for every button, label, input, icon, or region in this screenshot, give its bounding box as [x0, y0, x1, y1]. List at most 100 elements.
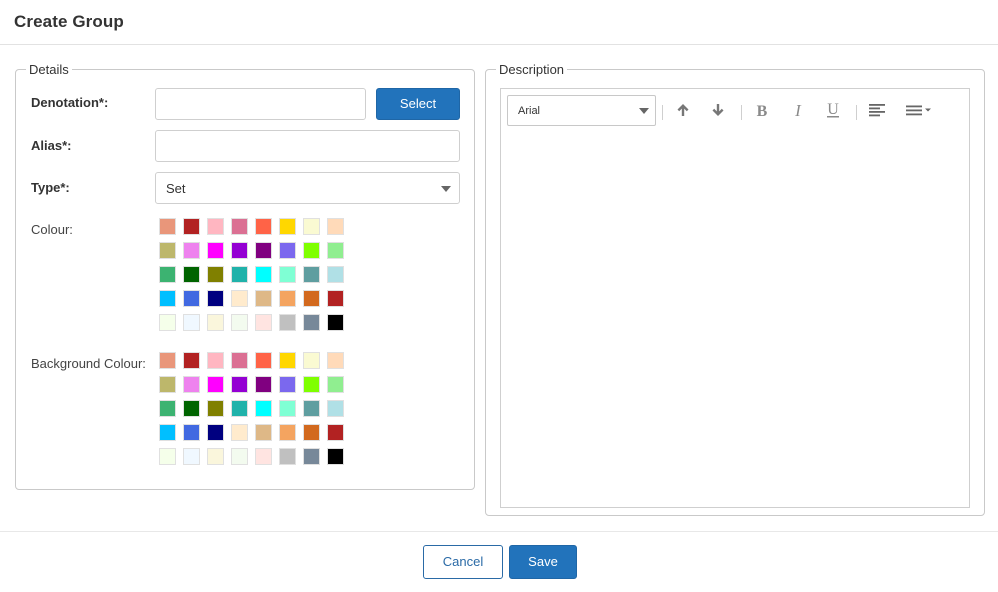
- rich-text-editor[interactable]: Arial B I U: [500, 88, 970, 508]
- colour-swatch[interactable]: [279, 314, 296, 331]
- colour-swatch[interactable]: [327, 242, 344, 259]
- colour-swatch[interactable]: [279, 290, 296, 307]
- colour-swatch[interactable]: [159, 242, 176, 259]
- background-colour-swatch[interactable]: [279, 376, 296, 393]
- background-colour-swatch[interactable]: [159, 352, 176, 369]
- colour-swatch[interactable]: [183, 242, 200, 259]
- colour-swatch[interactable]: [327, 290, 344, 307]
- colour-swatch[interactable]: [183, 266, 200, 283]
- background-colour-swatch[interactable]: [207, 376, 224, 393]
- colour-swatch[interactable]: [255, 314, 272, 331]
- background-colour-swatch[interactable]: [255, 424, 272, 441]
- colour-swatch[interactable]: [327, 314, 344, 331]
- background-colour-swatch[interactable]: [207, 448, 224, 465]
- colour-swatch[interactable]: [303, 218, 320, 235]
- colour-swatch[interactable]: [279, 242, 296, 259]
- colour-swatch[interactable]: [159, 314, 176, 331]
- colour-swatch[interactable]: [303, 290, 320, 307]
- colour-swatch[interactable]: [255, 266, 272, 283]
- colour-swatch[interactable]: [303, 266, 320, 283]
- colour-swatch[interactable]: [327, 218, 344, 235]
- background-colour-swatch[interactable]: [231, 352, 248, 369]
- background-colour-swatch[interactable]: [255, 376, 272, 393]
- align-left-icon[interactable]: [866, 99, 888, 121]
- background-colour-swatch[interactable]: [183, 448, 200, 465]
- background-colour-swatch[interactable]: [303, 400, 320, 417]
- background-colour-swatch[interactable]: [327, 448, 344, 465]
- background-colour-swatch[interactable]: [159, 400, 176, 417]
- colour-swatch[interactable]: [183, 290, 200, 307]
- underline-icon[interactable]: U: [822, 99, 844, 121]
- colour-swatch[interactable]: [231, 314, 248, 331]
- colour-swatch[interactable]: [327, 266, 344, 283]
- colour-swatch[interactable]: [279, 218, 296, 235]
- background-colour-swatch[interactable]: [279, 352, 296, 369]
- background-colour-swatch[interactable]: [183, 400, 200, 417]
- background-colour-swatch[interactable]: [303, 376, 320, 393]
- line-spacing-icon[interactable]: [902, 99, 936, 121]
- colour-swatch[interactable]: [159, 290, 176, 307]
- background-colour-swatch[interactable]: [183, 376, 200, 393]
- background-colour-swatch[interactable]: [231, 424, 248, 441]
- save-button[interactable]: Save: [509, 545, 577, 579]
- arrow-down-icon[interactable]: [707, 99, 729, 121]
- background-colour-swatch[interactable]: [207, 424, 224, 441]
- background-colour-swatch[interactable]: [255, 448, 272, 465]
- background-colour-swatch[interactable]: [159, 448, 176, 465]
- colour-swatch-grid: [159, 218, 344, 331]
- colour-swatch[interactable]: [207, 314, 224, 331]
- background-colour-swatch[interactable]: [303, 424, 320, 441]
- background-colour-swatch[interactable]: [159, 424, 176, 441]
- colour-label: Colour:: [31, 222, 73, 237]
- colour-swatch[interactable]: [159, 218, 176, 235]
- background-colour-swatch[interactable]: [303, 352, 320, 369]
- font-family-select[interactable]: Arial: [507, 95, 656, 126]
- cancel-button[interactable]: Cancel: [423, 545, 503, 579]
- type-select-value: Set: [166, 181, 186, 196]
- colour-swatch[interactable]: [183, 218, 200, 235]
- background-colour-swatch[interactable]: [207, 352, 224, 369]
- colour-swatch[interactable]: [207, 242, 224, 259]
- colour-swatch[interactable]: [303, 242, 320, 259]
- background-colour-swatch[interactable]: [279, 424, 296, 441]
- background-colour-swatch[interactable]: [207, 400, 224, 417]
- colour-swatch[interactable]: [231, 242, 248, 259]
- background-colour-swatch[interactable]: [183, 424, 200, 441]
- colour-swatch[interactable]: [255, 218, 272, 235]
- colour-swatch[interactable]: [207, 290, 224, 307]
- colour-swatch[interactable]: [207, 266, 224, 283]
- bold-icon[interactable]: B: [751, 99, 773, 121]
- background-colour-swatch[interactable]: [279, 448, 296, 465]
- colour-swatch[interactable]: [231, 218, 248, 235]
- background-colour-swatch[interactable]: [303, 448, 320, 465]
- italic-icon[interactable]: I: [787, 99, 809, 121]
- background-colour-swatch[interactable]: [327, 376, 344, 393]
- select-button[interactable]: Select: [376, 88, 460, 120]
- background-colour-swatch[interactable]: [255, 352, 272, 369]
- colour-swatch[interactable]: [183, 314, 200, 331]
- alias-input[interactable]: [155, 130, 460, 162]
- background-colour-swatch[interactable]: [231, 448, 248, 465]
- denotation-input[interactable]: [155, 88, 366, 120]
- background-colour-swatch[interactable]: [231, 376, 248, 393]
- font-family-value: Arial: [518, 105, 541, 117]
- colour-swatch[interactable]: [231, 290, 248, 307]
- background-colour-swatch[interactable]: [255, 400, 272, 417]
- background-colour-swatch[interactable]: [231, 400, 248, 417]
- colour-swatch[interactable]: [303, 314, 320, 331]
- arrow-up-icon[interactable]: [672, 99, 694, 121]
- colour-swatch[interactable]: [255, 242, 272, 259]
- background-colour-swatch[interactable]: [327, 352, 344, 369]
- background-colour-label: Background Colour:: [31, 356, 146, 371]
- colour-swatch[interactable]: [231, 266, 248, 283]
- background-colour-swatch[interactable]: [327, 400, 344, 417]
- colour-swatch[interactable]: [207, 218, 224, 235]
- colour-swatch[interactable]: [255, 290, 272, 307]
- background-colour-swatch[interactable]: [159, 376, 176, 393]
- background-colour-swatch[interactable]: [279, 400, 296, 417]
- background-colour-swatch[interactable]: [327, 424, 344, 441]
- background-colour-swatch[interactable]: [183, 352, 200, 369]
- type-select[interactable]: Set: [155, 172, 460, 204]
- colour-swatch[interactable]: [279, 266, 296, 283]
- colour-swatch[interactable]: [159, 266, 176, 283]
